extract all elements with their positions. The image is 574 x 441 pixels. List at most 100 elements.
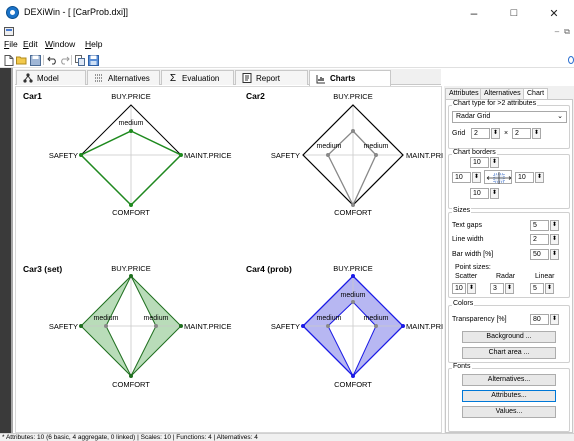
tab-evaluation[interactable]: Σ Evaluation [161, 70, 234, 85]
open-folder-icon[interactable] [16, 54, 28, 66]
mdi-child-bar: – ⧉ [0, 26, 574, 38]
menu-help[interactable]: Help [85, 39, 102, 49]
scatter-size-spinner[interactable]: ⬍ [467, 283, 476, 294]
data-point [104, 324, 108, 328]
rtab-alternatives[interactable]: Alternatives [480, 88, 525, 99]
tab-label: Model [37, 73, 59, 83]
border-bottom-spinner[interactable]: ⬍ [490, 188, 499, 199]
data-point [79, 153, 83, 157]
line-width-label: Line width [452, 236, 484, 243]
colors-label: Colors [452, 300, 475, 307]
transparency-input[interactable]: 80 [530, 314, 549, 325]
undo-icon[interactable] [46, 54, 58, 66]
background-button[interactable]: Background ... [462, 331, 556, 343]
radar-size-spinner[interactable]: ⬍ [505, 283, 514, 294]
minimize-button[interactable]: – [454, 0, 494, 26]
sigma-icon: Σ [169, 72, 177, 84]
border-top-input[interactable]: 10 [470, 157, 489, 168]
toolbar-separator [43, 55, 44, 65]
axis-label-left: SAFETY [49, 151, 78, 160]
mdi-restore-button[interactable]: ⧉ [562, 26, 572, 37]
axis-label-top: BUY.PRICE [333, 92, 372, 101]
bar-width-input[interactable]: 50 [530, 249, 549, 260]
tab-alternatives[interactable]: Alternatives [87, 70, 160, 85]
data-point [351, 374, 355, 378]
tab-charts[interactable]: Charts [309, 70, 391, 86]
tab-report[interactable]: Report [235, 70, 308, 85]
charts-icon [316, 74, 326, 84]
border-left-spinner[interactable]: ⬍ [472, 172, 481, 183]
left-side-strip [0, 68, 13, 436]
border-direction-control[interactable] [484, 170, 512, 184]
value-label: medium [94, 315, 119, 322]
alternatives-font-button[interactable]: Alternatives... [462, 374, 556, 386]
text-gaps-label: Text gaps [452, 222, 482, 229]
chart-area-button[interactable]: Chart area ... [462, 347, 556, 359]
save-all-icon[interactable] [87, 54, 99, 66]
axis-label-right: MAINT.PRICE [184, 322, 232, 331]
grid-rows-input[interactable]: 2 [512, 128, 531, 139]
help-bubble-icon[interactable] [568, 56, 574, 64]
attributes-font-button[interactable]: Attributes... [462, 390, 556, 402]
transparency-spinner[interactable]: ⬍ [550, 314, 559, 325]
linear-size-spinner[interactable]: ⬍ [545, 283, 554, 294]
menu-file[interactable]: File [4, 39, 18, 49]
mdi-minimize-button[interactable]: – [552, 26, 562, 37]
radar-size-input[interactable]: 3 [490, 283, 504, 294]
maximize-button[interactable]: □ [494, 0, 534, 26]
rtab-chart[interactable]: Chart [523, 88, 549, 99]
value-label: medium [144, 315, 169, 322]
data-point [401, 324, 405, 328]
grid-rows-spinner[interactable]: ⬍ [532, 128, 541, 139]
grid-cols-spinner[interactable]: ⬍ [491, 128, 500, 139]
axis-label-right: MAINT.PRICE [184, 151, 232, 160]
rtab-attributes[interactable]: Attributes [445, 88, 483, 99]
status-bar: * Attributes: 10 (6 basic, 4 aggregate, … [0, 433, 574, 441]
values-font-button[interactable]: Values... [462, 406, 556, 418]
dexiwin-app-icon [6, 6, 19, 19]
data-point [179, 324, 183, 328]
axis-label-left: SAFETY [49, 322, 78, 331]
border-right-spinner[interactable]: ⬍ [535, 172, 544, 183]
radar-chart-car3: Car3 (set) BUY.PRICE MAINT.PRICE COMFORT… [23, 264, 232, 389]
menu-window[interactable]: Window [45, 39, 75, 49]
data-point [374, 324, 378, 328]
chart-type-value: Radar Grid [456, 113, 491, 120]
chart-type-label: Chart type for >2 attributes [452, 100, 538, 107]
scatter-size-input[interactable]: 10 [452, 283, 466, 294]
text-gaps-spinner[interactable]: ⬍ [550, 220, 559, 231]
chevron-down-icon: ⌄ [557, 113, 563, 120]
tab-model[interactable]: Model [16, 70, 86, 85]
copy-icon[interactable] [74, 54, 86, 66]
save-icon[interactable] [29, 54, 41, 66]
border-left-input[interactable]: 10 [452, 172, 471, 183]
border-bottom-input[interactable]: 10 [470, 188, 489, 199]
data-point [179, 153, 183, 157]
linear-size-input[interactable]: 5 [530, 283, 544, 294]
line-width-spinner[interactable]: ⬍ [550, 234, 559, 245]
line-width-input[interactable]: 2 [530, 234, 549, 245]
value-label: medium [364, 315, 389, 322]
grid-label: Grid [452, 130, 466, 137]
data-point [129, 203, 133, 207]
mdi-document-icon[interactable] [4, 27, 14, 36]
close-button[interactable]: ✕ [534, 0, 574, 26]
axis-label-top: BUY.PRICE [111, 264, 150, 273]
radar-chart-car2: Car2 BUY.PRICE MAINT.PRICE COMFORT SAFET… [246, 91, 443, 217]
data-point [154, 324, 158, 328]
text-gaps-input[interactable]: 5 [530, 220, 549, 231]
data-point [351, 300, 355, 304]
fonts-label: Fonts [452, 363, 472, 370]
bar-width-label: Bar width [%] [452, 251, 494, 258]
toolbar [0, 52, 574, 68]
chart-title: Car2 [246, 91, 265, 101]
menu-edit[interactable]: Edit [23, 39, 38, 49]
data-point [326, 153, 330, 157]
bar-width-spinner[interactable]: ⬍ [550, 249, 559, 260]
border-top-spinner[interactable]: ⬍ [490, 157, 499, 168]
new-file-icon[interactable] [3, 54, 15, 66]
redo-icon[interactable] [58, 54, 70, 66]
grid-cols-input[interactable]: 2 [471, 128, 490, 139]
border-right-input[interactable]: 10 [515, 172, 534, 183]
chart-type-select[interactable]: Radar Grid ⌄ [452, 111, 567, 123]
